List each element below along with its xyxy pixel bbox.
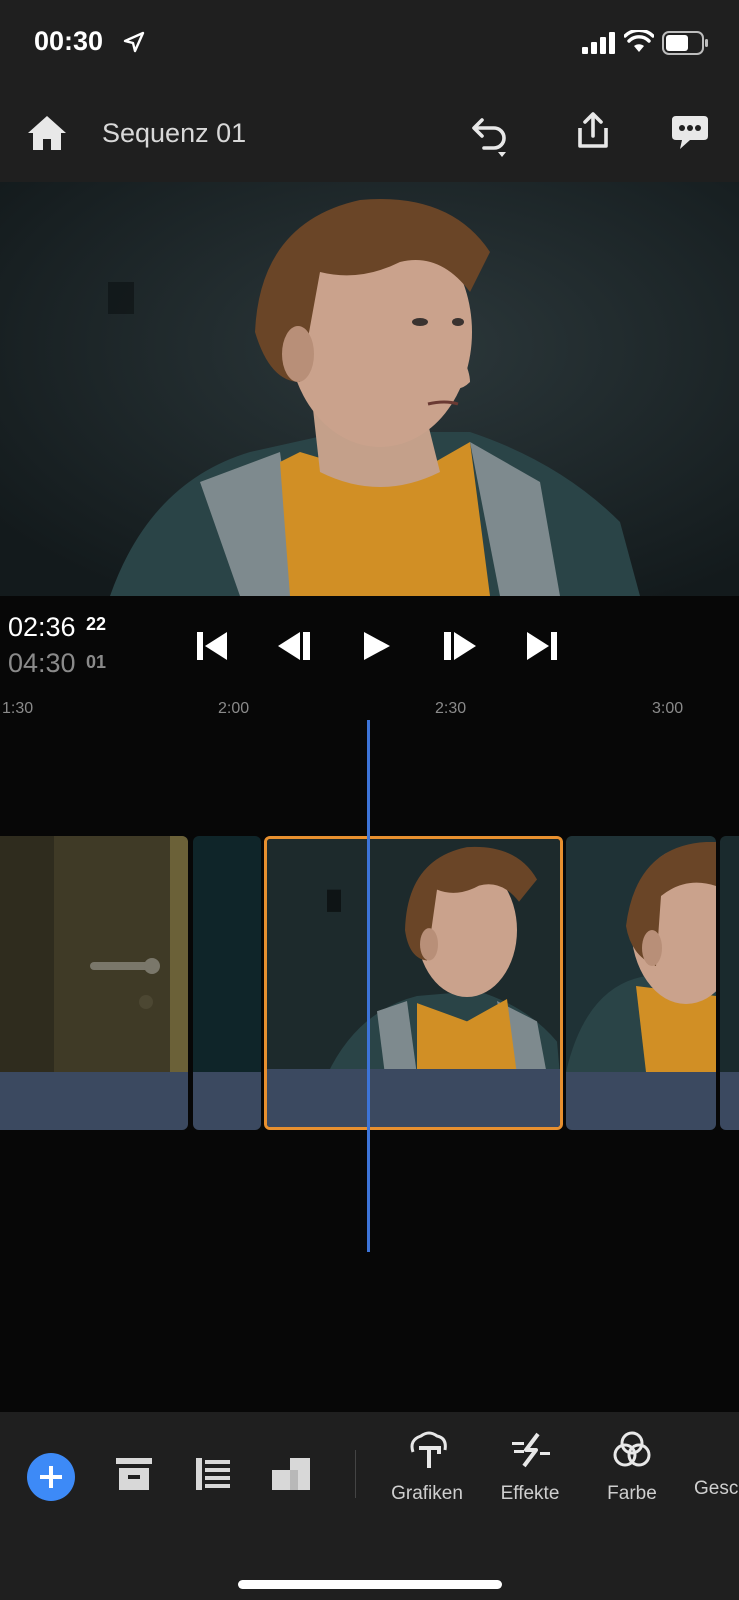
transport-bar: 02:36 22 04:30 01 1:30 2:00 2:30 3:00 [0,596,739,717]
clip-thumbnail [0,836,188,1072]
battery-icon [662,31,708,55]
timeline-clip[interactable] [566,836,716,1130]
speed-icon [694,1430,739,1470]
location-arrow-icon [123,31,145,53]
track-list-icon[interactable] [194,1456,232,1492]
current-timecode: 02:36 [8,612,76,642]
graphics-tool[interactable]: Grafiken [390,1430,464,1505]
go-to-end-button[interactable] [522,626,562,666]
aspect-ratio-icon[interactable] [270,1456,312,1492]
clip-thumbnail [566,836,716,1072]
effects-label: Effekte [500,1483,560,1504]
undo-icon[interactable] [470,114,520,158]
speed-label: Gesc [694,1478,739,1499]
archive-icon[interactable] [114,1456,154,1492]
play-button[interactable] [356,626,396,666]
step-back-icon [278,632,310,660]
color-label: Farbe [607,1483,657,1504]
plus-icon [40,1466,62,1488]
clip-audio-track [566,1072,716,1130]
clip-audio-track [720,1072,739,1130]
add-media-button[interactable] [27,1453,75,1501]
clip-audio-track [0,1072,188,1130]
total-frames: 01 [86,652,107,672]
step-back-button[interactable] [274,626,314,666]
total-timecode: 04:30 [8,648,76,678]
effects-icon [512,1432,550,1468]
home-icon[interactable] [26,114,68,152]
current-frames: 22 [86,614,107,634]
color-icon [613,1431,651,1467]
status-bar: 00:30 [0,0,739,92]
skip-start-icon [197,632,227,660]
play-icon [364,632,390,660]
clip-audio-track [267,1069,560,1127]
share-icon[interactable] [574,112,612,150]
go-to-start-button[interactable] [192,626,232,666]
preview-frame-image [0,182,739,596]
skip-end-icon [527,632,557,660]
wifi-icon [624,30,654,52]
clip-thumbnail [267,839,560,1075]
playhead[interactable] [367,720,370,1252]
graphics-icon [410,1431,447,1468]
bottom-toolbar: Grafiken Effekte Farbe Gesc [0,1412,739,1600]
cellular-signal-icon [582,32,615,54]
app-header: Sequenz 01 [0,92,739,182]
clip-thumbnail [720,836,739,1072]
graphics-label: Grafiken [391,1483,463,1504]
speed-tool[interactable]: Gesc [694,1430,739,1500]
comment-icon[interactable] [670,114,710,152]
step-forward-button[interactable] [440,626,480,666]
sequence-title[interactable]: Sequenz 01 [102,118,246,149]
toolbar-divider [355,1450,356,1498]
timeline-clip[interactable] [193,836,261,1130]
home-indicator[interactable] [238,1580,502,1589]
clip-thumbnail [193,836,261,1072]
effects-tool[interactable]: Effekte [494,1430,566,1505]
color-tool[interactable]: Farbe [604,1430,660,1505]
selected-timeline-clip[interactable] [264,836,563,1130]
video-preview[interactable] [0,182,739,596]
timeline-clip[interactable] [0,836,188,1130]
timeline-clip[interactable] [720,836,739,1130]
status-time: 00:30 [34,26,104,56]
clip-audio-track [193,1072,261,1130]
step-forward-icon [444,632,476,660]
